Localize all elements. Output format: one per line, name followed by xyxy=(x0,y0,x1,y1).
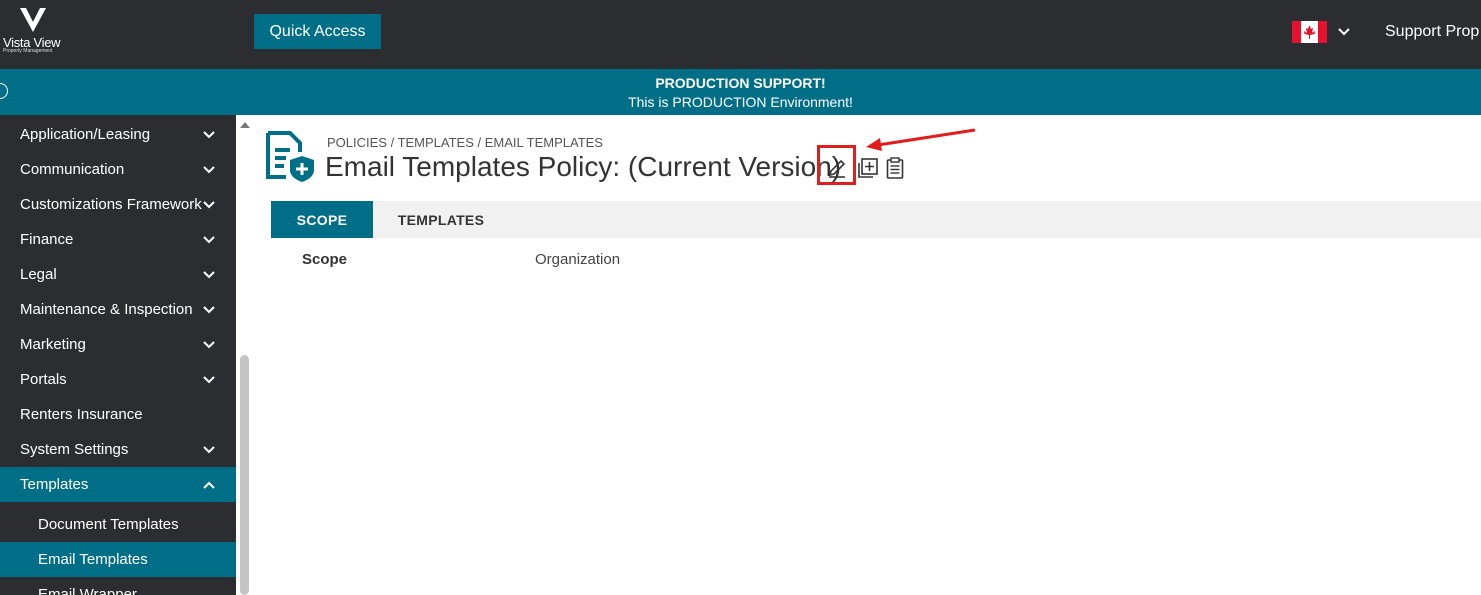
user-name[interactable]: Support Prop xyxy=(1385,23,1479,41)
environment-banner: PRODUCTION SUPPORT! This is PRODUCTION E… xyxy=(0,69,1481,115)
sidebar-item-renters-insurance[interactable]: Renters Insurance xyxy=(0,397,236,432)
sidebar-item-legal[interactable]: Legal xyxy=(0,257,236,292)
sidebar-item-label: Portals xyxy=(20,371,67,388)
sidebar-subitem-email-wrapper[interactable]: Email Wrapper xyxy=(0,577,236,595)
sidebar-item-label: System Settings xyxy=(20,441,129,458)
banner-title: PRODUCTION SUPPORT! xyxy=(655,75,826,91)
chevron-down-icon xyxy=(203,201,215,209)
sidebar-item-label: Renters Insurance xyxy=(20,406,143,423)
sidebar-item-label: Templates xyxy=(20,476,89,493)
chevron-down-icon xyxy=(203,236,215,244)
chevron-down-icon xyxy=(203,131,215,139)
sidebar-subitem-label: Document Templates xyxy=(38,516,179,533)
clipboard-icon[interactable] xyxy=(886,157,904,179)
logo-v-mark-icon xyxy=(20,7,46,32)
sidebar-item-customizations-framework[interactable]: Customizations Framework xyxy=(0,187,236,222)
sidebar-item-finance[interactable]: Finance xyxy=(0,222,236,257)
sidebar-item-label: Finance xyxy=(20,231,74,248)
breadcrumb[interactable]: POLICIES / TEMPLATES / EMAIL TEMPLATES xyxy=(327,135,603,150)
annotation-arrow-icon xyxy=(866,128,976,151)
chevron-down-icon xyxy=(203,306,215,314)
sidebar-nav: Application/Leasing Communication Custom… xyxy=(0,115,236,595)
banner-subtitle: This is PRODUCTION Environment! xyxy=(628,94,853,110)
sidebar-item-communication[interactable]: Communication xyxy=(0,152,236,187)
tab-scope[interactable]: SCOPE xyxy=(271,201,373,238)
sidebar-item-label: Application/Leasing xyxy=(20,126,151,143)
sidebar-item-application-leasing[interactable]: Application/Leasing xyxy=(0,117,236,152)
scroll-up-arrow-icon[interactable] xyxy=(240,121,250,129)
chevron-down-icon xyxy=(203,446,215,454)
logo-subtext: Property Management xyxy=(3,48,53,54)
quick-access-button[interactable]: Quick Access xyxy=(254,14,381,49)
sidebar-item-label: Customizations Framework xyxy=(20,196,202,213)
sidebar-item-maintenance-inspection[interactable]: Maintenance & Inspection xyxy=(0,292,236,327)
chevron-down-icon[interactable] xyxy=(1337,27,1351,37)
canada-flag-icon[interactable] xyxy=(1292,21,1327,43)
scrollbar-thumb[interactable] xyxy=(240,355,249,595)
chevron-down-icon xyxy=(203,166,215,174)
sidebar-subitem-label: Email Templates xyxy=(38,551,148,568)
scope-label: Scope xyxy=(302,251,348,268)
sidebar-subitem-email-templates[interactable]: Email Templates xyxy=(0,542,236,577)
sidebar-item-label: Communication xyxy=(20,161,125,178)
sidebar-item-label: Legal xyxy=(20,266,57,283)
sidebar-item-templates[interactable]: Templates xyxy=(0,467,236,502)
tabs-bar: SCOPE TEMPLATES xyxy=(271,201,1481,238)
sidebar-item-system-settings[interactable]: System Settings xyxy=(0,432,236,467)
sidebar-subitem-document-templates[interactable]: Document Templates xyxy=(0,507,236,542)
tab-templates[interactable]: TEMPLATES xyxy=(373,201,509,238)
vista-view-logo[interactable]: Vista View Property Management xyxy=(0,4,72,56)
annotation-highlight-box xyxy=(817,145,856,185)
chevron-down-icon xyxy=(203,376,215,384)
page-title: Email Templates Policy: (Current Version… xyxy=(325,151,842,182)
chevron-up-icon xyxy=(203,481,215,489)
chevron-down-icon xyxy=(203,341,215,349)
sidebar-item-label: Marketing xyxy=(20,336,86,353)
policy-document-icon xyxy=(266,131,314,182)
copy-add-icon[interactable] xyxy=(857,157,879,179)
sidebar-subitem-label: Email Wrapper xyxy=(38,586,137,595)
scope-value: Organization xyxy=(535,251,621,268)
sidebar-item-marketing[interactable]: Marketing xyxy=(0,327,236,362)
sidebar-item-portals[interactable]: Portals xyxy=(0,362,236,397)
chevron-down-icon xyxy=(203,271,215,279)
sidebar-scrollbar[interactable] xyxy=(236,115,254,595)
top-bar: Vista View Property Management Quick Acc… xyxy=(0,0,1481,69)
sidebar-item-label: Maintenance & Inspection xyxy=(20,301,193,318)
